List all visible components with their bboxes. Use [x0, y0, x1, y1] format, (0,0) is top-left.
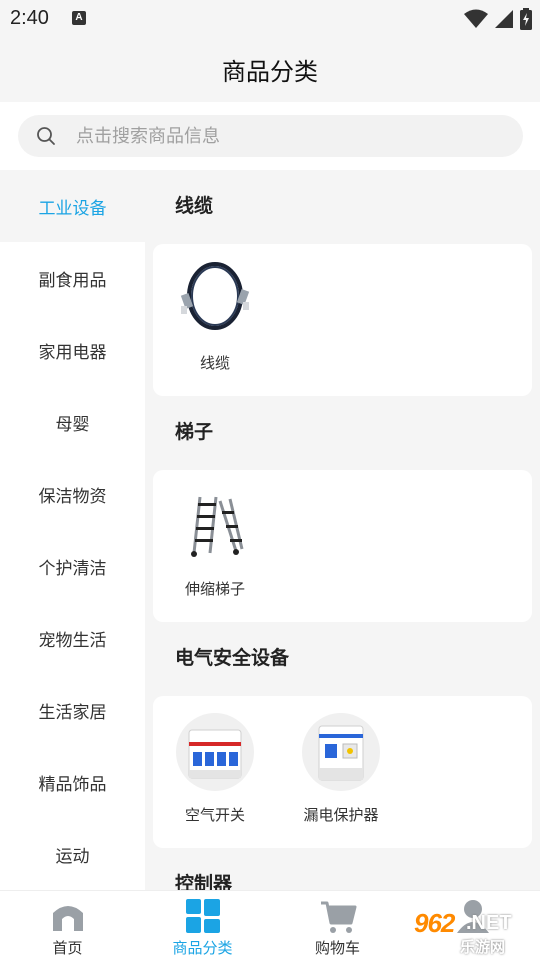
sidebar-item-label: 副食用品	[38, 270, 107, 290]
sidebar-item-baby[interactable]: 母婴	[0, 386, 145, 458]
section-title-cable: 线缆	[175, 196, 214, 217]
wifi-icon	[464, 9, 488, 28]
product-name: 伸缩梯子	[184, 581, 245, 598]
product-item[interactable]: 空气开关	[175, 712, 255, 848]
section-title-controller: 控制器	[175, 874, 233, 890]
tab-label: 首页	[52, 940, 83, 957]
category-content: 线缆 线缆 梯子 伸缩梯子 电气安全设备 空气开关 漏电保护器 控制器	[145, 170, 540, 890]
product-item[interactable]: 线缆	[175, 260, 255, 396]
tab-home[interactable]: 首页	[0, 891, 135, 960]
section-card-cable: 线缆	[153, 244, 532, 396]
section-title-ladder: 梯子	[175, 422, 214, 443]
section-card-ladder: 伸缩梯子	[153, 470, 532, 622]
sidebar-item-appliances[interactable]: 家用电器	[0, 314, 145, 386]
air-switch-icon	[175, 712, 255, 792]
status-bar: 2:40 A	[0, 0, 540, 36]
status-time: 2:40	[10, 7, 49, 29]
sidebar-item-label: 家用电器	[38, 342, 107, 362]
sidebar-item-groceries[interactable]: 副食用品	[0, 242, 145, 314]
sidebar-item-industrial[interactable]: 工业设备	[0, 170, 145, 242]
section-card-electrical-safety: 空气开关 漏电保护器	[153, 696, 532, 848]
leakage-protector-icon	[301, 712, 381, 792]
watermark-number: 962	[414, 908, 455, 938]
search-input[interactable]	[76, 115, 496, 157]
battery-icon	[520, 8, 532, 30]
sidebar-item-label: 个护清洁	[38, 558, 107, 578]
tab-category[interactable]: 商品分类	[135, 891, 270, 960]
tab-label: 商品分类	[172, 940, 233, 957]
home-icon	[52, 906, 83, 931]
product-name: 空气开关	[184, 807, 245, 824]
tab-cart[interactable]: 购物车	[270, 891, 405, 960]
sidebar-item-label: 宠物生活	[38, 630, 107, 650]
sidebar-item-label: 精品饰品	[38, 774, 107, 794]
header: 商品分类	[0, 36, 540, 102]
sidebar-item-label: 保洁物资	[38, 486, 107, 506]
ladder-icon	[175, 486, 255, 566]
category-sidebar: 工业设备 副食用品 家用电器 母婴 保洁物资 个护清洁 宠物生活 生活家居 精品…	[0, 170, 145, 890]
category-icon	[185, 899, 220, 933]
cable-icon	[175, 260, 255, 340]
notification-icon: A	[72, 11, 86, 25]
sidebar-item-label: 运动	[55, 846, 90, 866]
sidebar-item-personal-care[interactable]: 个护清洁	[0, 530, 145, 602]
search-icon	[37, 127, 55, 145]
tab-label: 购物车	[314, 940, 360, 957]
cart-icon	[320, 901, 356, 933]
sidebar-item-sports[interactable]: 运动	[0, 818, 145, 890]
sidebar-item-label: 工业设备	[38, 198, 107, 218]
sidebar-item-label: 生活家居	[38, 702, 107, 722]
search-bar	[0, 102, 540, 170]
sidebar-item-cleaning-supplies[interactable]: 保洁物资	[0, 458, 145, 530]
product-name: 漏电保护器	[303, 807, 379, 824]
status-icons	[464, 8, 532, 30]
watermark-subtitle: 乐游网	[460, 939, 506, 956]
sidebar-item-label: 母婴	[55, 414, 90, 434]
signal-icon	[495, 10, 513, 28]
sidebar-item-pets[interactable]: 宠物生活	[0, 602, 145, 674]
section-title-electrical-safety: 电气安全设备	[175, 648, 290, 669]
sidebar-item-home-living[interactable]: 生活家居	[0, 674, 145, 746]
product-name: 线缆	[199, 355, 230, 372]
search-box[interactable]	[18, 115, 523, 157]
page-title: 商品分类	[222, 59, 318, 86]
product-item[interactable]: 漏电保护器	[301, 712, 381, 848]
watermark-domain: .NET	[466, 912, 512, 934]
product-item[interactable]: 伸缩梯子	[175, 486, 255, 622]
site-watermark: 962 .NET 乐游网	[404, 908, 534, 956]
sidebar-item-accessories[interactable]: 精品饰品	[0, 746, 145, 818]
